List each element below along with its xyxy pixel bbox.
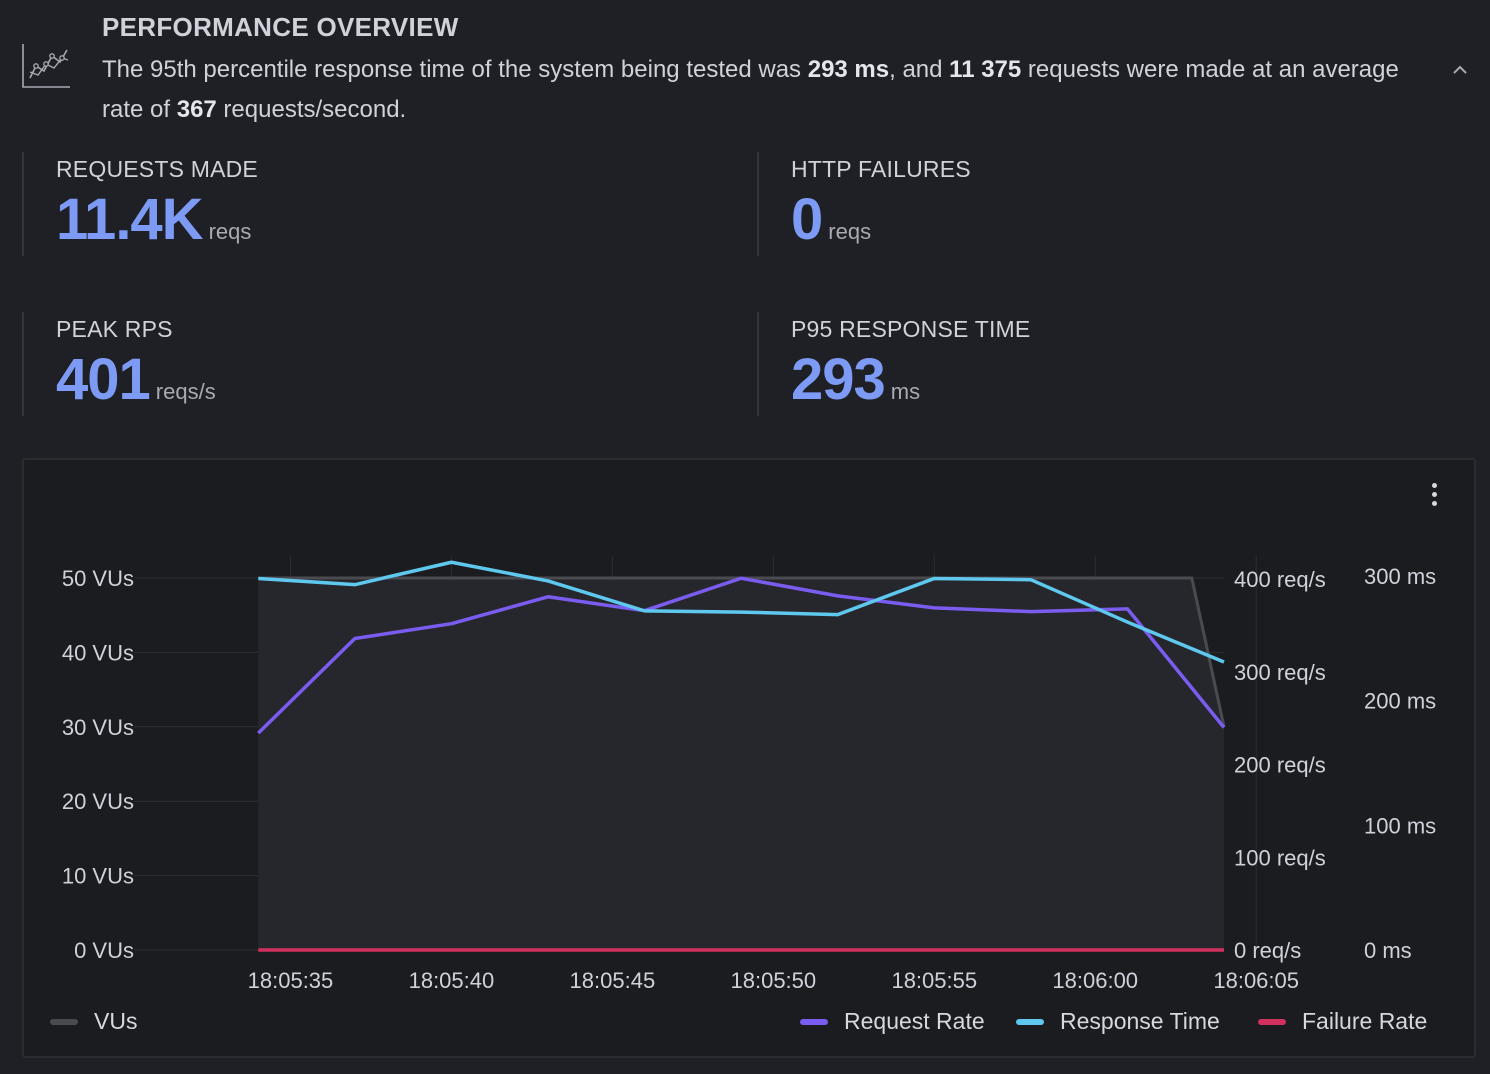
y-time-tick-label: 300 ms — [1364, 564, 1436, 589]
y-time-tick-label: 100 ms — [1364, 813, 1436, 838]
stat-value: 401 — [56, 347, 151, 412]
y-rate-tick-label: 400 req/s — [1234, 567, 1326, 592]
x-tick-label: 18:05:55 — [891, 968, 977, 993]
stat-label: P95 RESPONSE TIME — [791, 316, 1031, 342]
summary-rate: 367 — [176, 96, 217, 123]
stat-label: HTTP FAILURES — [791, 156, 971, 182]
summary-p95: 293 ms — [807, 56, 890, 83]
y-left-tick-label: 0 VUs — [74, 938, 134, 963]
performance-chart: 18:05:35 18:05:40 18:05:45 18:05:50 18:05:55… — [62, 556, 1436, 993]
legend-item-failure-rate[interactable]: Failure Rate — [1258, 1008, 1427, 1035]
summary-requests: 11 375 — [949, 56, 1022, 83]
y-time-tick-label: 200 ms — [1364, 689, 1436, 714]
y-rate-tick-label: 0 req/s — [1234, 938, 1301, 963]
legend-label: Failure Rate — [1302, 1008, 1428, 1034]
legend-swatch-failure-rate — [1258, 1018, 1286, 1025]
stat-unit: reqs — [208, 219, 252, 244]
legend-swatch-response-time — [1016, 1018, 1044, 1025]
y-left-tick-label: 30 VUs — [62, 715, 134, 740]
vus-area — [258, 578, 1224, 950]
y-left-tick-label: 50 VUs — [62, 566, 134, 591]
x-tick-label: 18:05:40 — [409, 968, 495, 993]
x-tick-label: 18:06:05 — [1213, 968, 1299, 993]
stat-p95-response-time: P95 RESPONSE TIME 293 ms — [757, 312, 1457, 416]
legend-swatch-vus — [50, 1018, 78, 1025]
summary-description: The 95th percentile response time of the… — [102, 50, 1422, 130]
summary-text: requests/second. — [216, 96, 407, 123]
legend-item-request-rate[interactable]: Request Rate — [800, 1008, 985, 1035]
stat-unit: reqs/s — [155, 379, 216, 404]
legend-label: VUs — [94, 1008, 138, 1034]
stat-peak-rps: PEAK RPS 401 reqs/s — [22, 312, 722, 416]
stat-value: 293 — [791, 347, 886, 412]
legend-swatch-request-rate — [800, 1018, 828, 1025]
stat-value: 0 — [791, 187, 823, 252]
legend-label: Response Time — [1060, 1008, 1220, 1034]
stat-label: PEAK RPS — [56, 316, 173, 342]
summary-text: The 95th percentile response time of the… — [102, 56, 808, 83]
stat-http-failures: HTTP FAILURES 0 reqs — [757, 152, 1457, 256]
x-tick-label: 18:05:45 — [570, 968, 656, 993]
stat-requests-made: REQUESTS MADE 11.4K reqs — [22, 152, 722, 256]
legend-item-vus[interactable]: VUs — [50, 1008, 137, 1035]
legend-label: Request Rate — [844, 1008, 985, 1034]
summary-text: , and — [889, 56, 950, 83]
stat-unit: ms — [890, 379, 921, 404]
y-left-tick-label: 20 VUs — [62, 789, 134, 814]
y-rate-tick-label: 200 req/s — [1234, 753, 1326, 778]
chart-panel: 18:05:35 18:05:40 18:05:45 18:05:50 18:05:55… — [22, 458, 1476, 1058]
y-time-tick-label: 0 ms — [1364, 938, 1412, 963]
chart-line-icon — [22, 44, 70, 88]
page-title: PERFORMANCE OVERVIEW — [102, 12, 459, 42]
stat-unit: reqs — [828, 219, 872, 244]
x-tick-label: 18:05:50 — [731, 968, 817, 993]
stat-label: REQUESTS MADE — [56, 156, 258, 182]
y-left-tick-label: 40 VUs — [62, 640, 134, 665]
x-tick-label: 18:06:00 — [1052, 968, 1138, 993]
y-left-tick-label: 10 VUs — [62, 864, 134, 889]
chevron-up-icon — [1453, 65, 1467, 74]
collapse-button[interactable] — [1446, 56, 1474, 84]
stat-value: 11.4K — [56, 187, 204, 252]
performance-overview-header: PERFORMANCE OVERVIEW The 95th percentile… — [0, 0, 1490, 140]
x-tick-label: 18:05:35 — [248, 968, 334, 993]
legend-item-response-time[interactable]: Response Time — [1016, 1008, 1220, 1035]
y-rate-tick-label: 300 req/s — [1234, 660, 1326, 685]
y-rate-tick-label: 100 req/s — [1234, 845, 1326, 870]
